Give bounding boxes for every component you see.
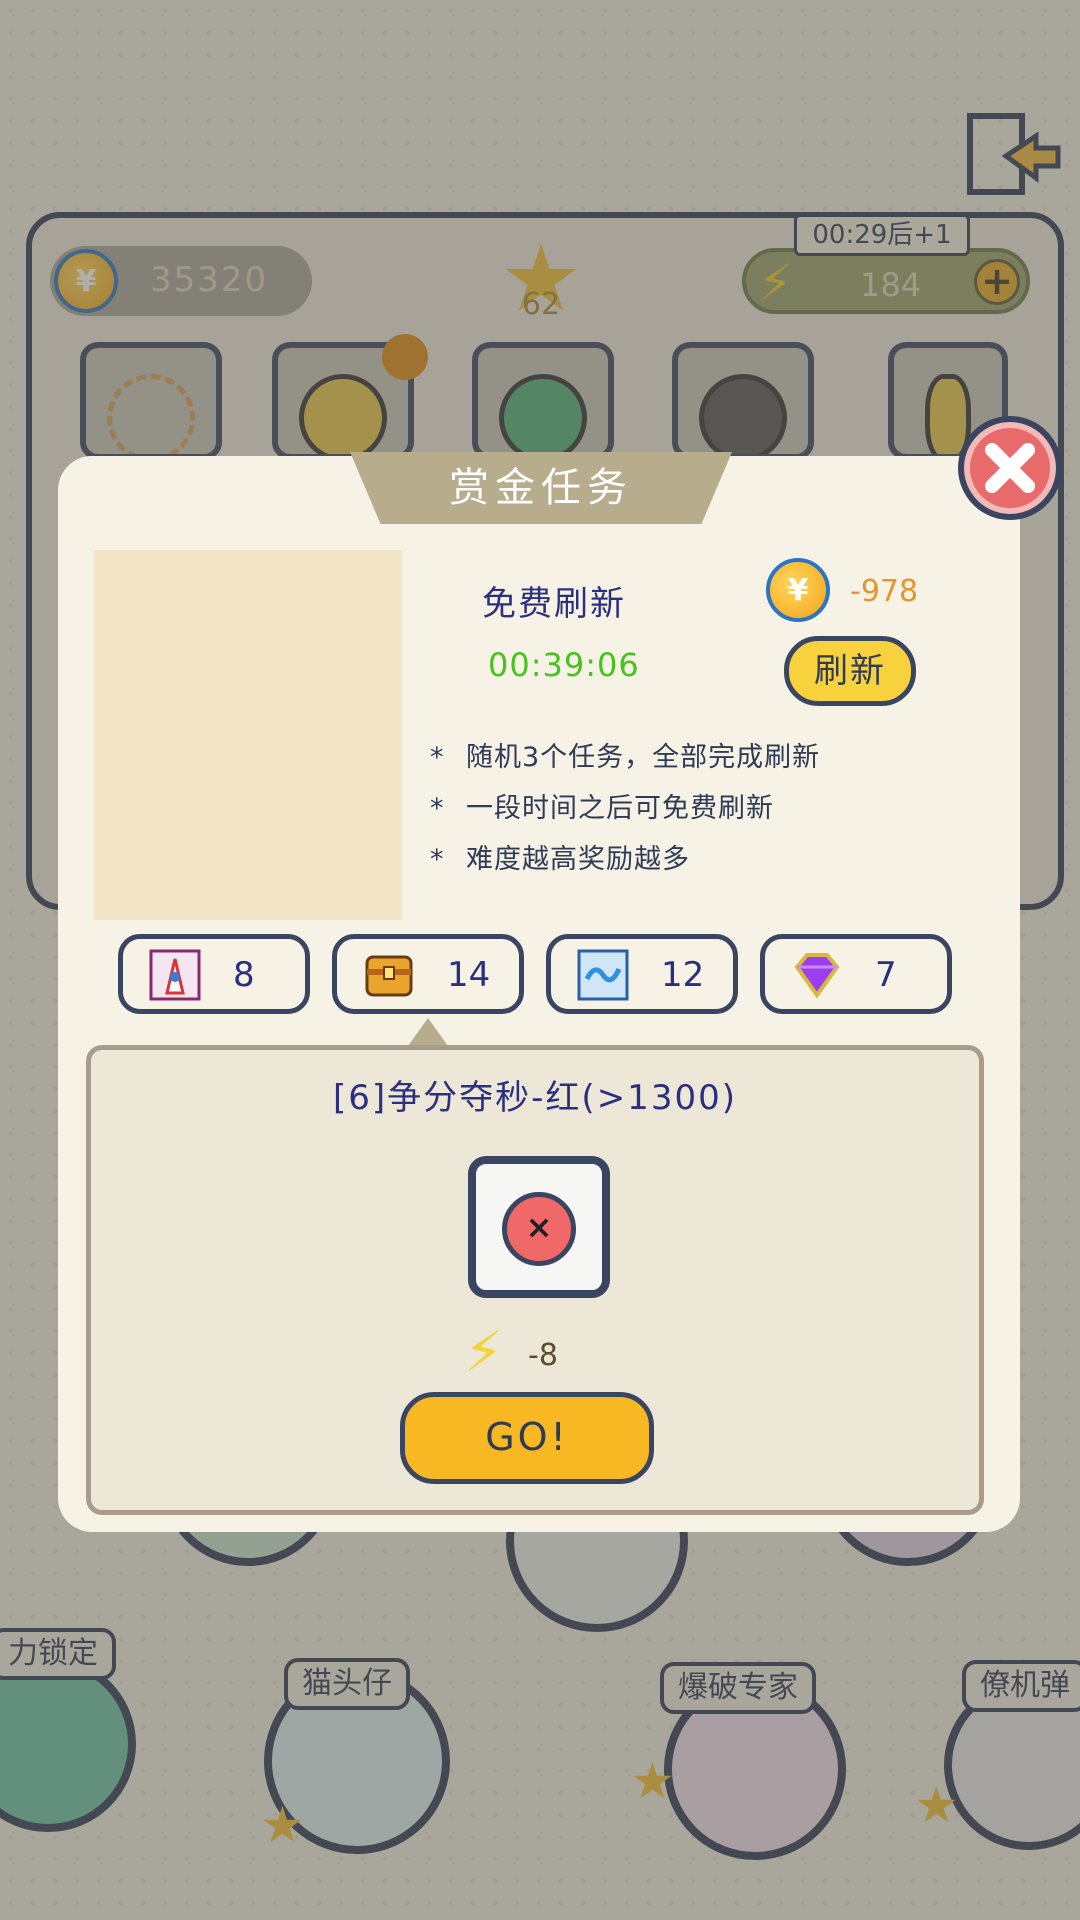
go-button[interactable]: GO! bbox=[400, 1392, 654, 1484]
reward-count: 12 bbox=[661, 955, 705, 995]
task-tab-chest[interactable]: 14 bbox=[332, 934, 524, 1014]
rules-list: * 随机3个任务，全部完成刷新 * 一段时间之后可免费刷新 * 难度越高奖励越多 bbox=[430, 738, 820, 891]
reward-count: 7 bbox=[875, 955, 897, 995]
selected-tab-pointer bbox=[408, 1018, 448, 1046]
dialog-title: 赏金任务 bbox=[350, 452, 732, 524]
task-tab-gem[interactable]: 7 bbox=[760, 934, 952, 1014]
rule-item: * 一段时间之后可免费刷新 bbox=[430, 793, 774, 824]
coin-icon: ¥ bbox=[766, 558, 830, 622]
task-title: [6]争分夺秒-红(>1300) bbox=[333, 1078, 737, 1118]
close-icon bbox=[985, 443, 1035, 493]
reward-count: 14 bbox=[447, 955, 491, 995]
purple-gem-icon bbox=[794, 953, 840, 999]
free-refresh-label: 免费刷新 bbox=[482, 584, 626, 624]
angry-face-icon: × bbox=[502, 1192, 576, 1266]
free-refresh-countdown: 00:39:06 bbox=[488, 646, 640, 684]
energy-cost: -8 bbox=[528, 1338, 558, 1373]
task-preview-area bbox=[94, 550, 402, 920]
rule-item: * 难度越高奖励越多 bbox=[430, 844, 690, 875]
wave-card-icon bbox=[577, 949, 629, 1001]
task-tab-rocket[interactable]: 8 bbox=[118, 934, 310, 1014]
lightning-icon: ⚡ bbox=[464, 1320, 504, 1385]
reward-count: 8 bbox=[233, 955, 255, 995]
treasure-chest-icon bbox=[365, 955, 413, 997]
refresh-cost: -978 bbox=[850, 574, 919, 609]
rocket-card-icon bbox=[149, 949, 201, 1001]
close-button[interactable] bbox=[958, 416, 1062, 520]
task-level-icon: × bbox=[468, 1156, 610, 1298]
refresh-button[interactable]: 刷新 bbox=[784, 636, 916, 706]
task-tab-wave[interactable]: 12 bbox=[546, 934, 738, 1014]
rule-item: * 随机3个任务，全部完成刷新 bbox=[430, 742, 821, 773]
